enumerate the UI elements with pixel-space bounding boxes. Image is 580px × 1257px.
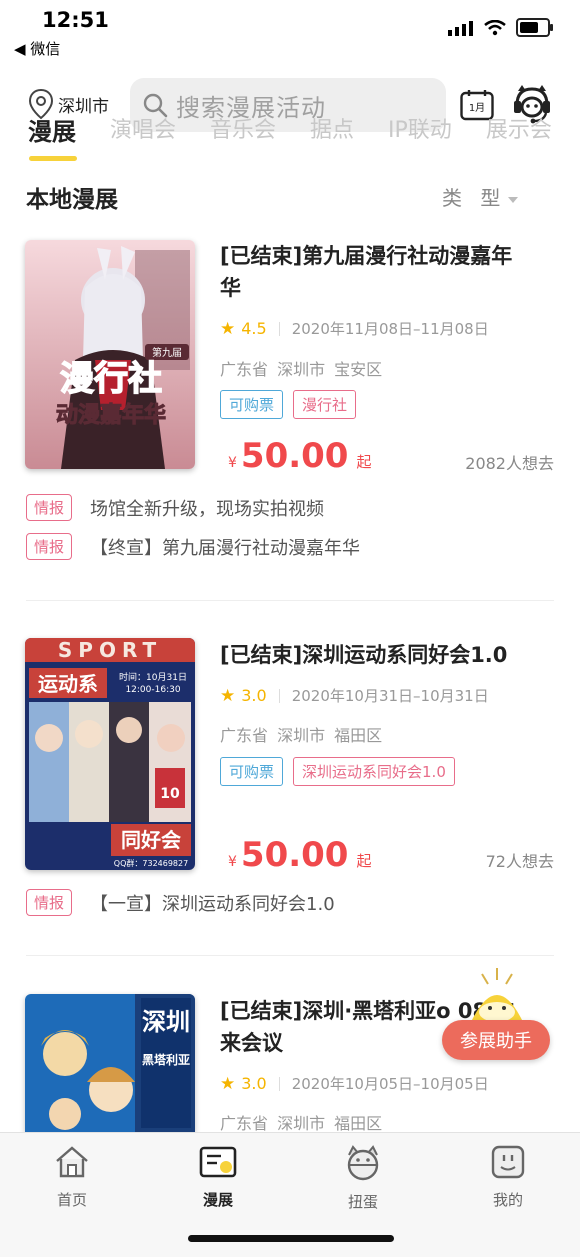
star-icon: ★	[220, 1073, 236, 1094]
event-dates: 2020年10月05日–10月05日	[291, 1075, 489, 1093]
tabbar-label: 首页	[56, 1191, 87, 1209]
tabbar-item-exhibition[interactable]: 漫展	[178, 1145, 258, 1210]
svg-text:10: 10	[160, 786, 180, 802]
event-want-count: 72人想去	[485, 852, 554, 871]
tab-ip-collab[interactable]: IP联动	[388, 112, 452, 152]
event-dates: 2020年11月08日–11月08日	[291, 320, 489, 338]
cover-subtitle: 动漫嘉年华	[56, 402, 166, 428]
cover-subtitle: 黑塔利亚	[142, 1052, 190, 1067]
news-badge: 情报	[26, 533, 73, 560]
tabbar-item-gashapon[interactable]: 扭蛋	[323, 1145, 403, 1212]
event-score: 4.5	[241, 319, 267, 338]
event-cover-image[interactable]: SPORT 运动系 时间：10月31日 12:00-16:30 10 同好会 Q…	[25, 638, 195, 870]
news-badge: 情报	[26, 889, 73, 916]
tabbar-item-profile[interactable]: 我的	[468, 1145, 548, 1210]
news-text: 场馆全新升级，现场实拍视频	[90, 498, 325, 520]
event-cover-image[interactable]: 第九届 漫行社 动漫嘉年华	[25, 240, 195, 469]
home-icon	[56, 1146, 88, 1178]
status-icons	[448, 18, 553, 37]
price-value: 50.00	[240, 835, 349, 875]
section-title: 本地漫展	[26, 187, 118, 213]
cover-time-line1: 时间：10月31日	[119, 671, 187, 683]
event-tags: 可购票 深圳运动系同好会1.0	[220, 757, 465, 786]
tab-comic-expo[interactable]: 漫展	[28, 112, 76, 152]
event-title[interactable]: [已结束]深圳运动系同好会1.0	[220, 639, 530, 671]
tag-ticket: 可购票	[220, 390, 284, 419]
cover-title: 漫行社	[60, 359, 162, 399]
profile-icon	[491, 1145, 525, 1179]
tag-organizer: 漫行社	[293, 390, 357, 419]
signal-icon	[448, 20, 473, 36]
event-tags: 可购票 漫行社	[220, 390, 366, 419]
tab-exhibition[interactable]: 展示会	[486, 112, 552, 152]
wifi-icon	[484, 19, 506, 35]
news-text: 【一宣】深圳运动系同好会1.0	[90, 893, 335, 915]
event-rating-row: ★ 3.0 2020年10月05日–10月05日	[220, 1073, 489, 1094]
event-location: 广东省 深圳市 福田区	[220, 726, 383, 745]
exhibition-icon	[199, 1146, 237, 1178]
event-title[interactable]: [已结束]第九届漫行社动漫嘉年华	[220, 240, 530, 304]
news-item[interactable]: 情报 场馆全新升级，现场实拍视频	[26, 494, 324, 521]
cover-qq: QQ群：732469827	[114, 858, 188, 868]
tabbar-label: 我的	[492, 1191, 523, 1209]
exhibition-helper-button[interactable]: 参展助手	[442, 1020, 550, 1060]
active-tab-indicator	[29, 156, 77, 161]
home-indicator	[188, 1235, 394, 1242]
event-location: 广东省 深圳市 宝安区	[220, 360, 383, 379]
helper-mascot-icon	[466, 966, 528, 1026]
price-suffix: 起	[356, 852, 372, 870]
card-divider	[26, 600, 554, 601]
cover-title: 运动系	[38, 672, 98, 696]
tab-concert[interactable]: 演唱会	[110, 112, 176, 152]
event-price: ¥50.00 起	[228, 436, 371, 476]
card-divider	[26, 955, 554, 956]
tab-music[interactable]: 音乐会	[210, 112, 276, 152]
event-score: 3.0	[241, 1074, 267, 1093]
caret-down-icon	[508, 196, 519, 203]
cover-time-line2: 12:00-16:30	[125, 685, 180, 695]
price-suffix: 起	[356, 453, 372, 471]
event-location: 广东省 深圳市 福田区	[220, 1114, 383, 1133]
gashapon-icon	[347, 1145, 379, 1181]
price-currency: ¥	[228, 455, 237, 471]
news-item[interactable]: 情报 【一宣】深圳运动系同好会1.0	[26, 889, 335, 916]
cover-title: 深圳	[142, 1008, 190, 1036]
cover-badge: 第九届	[152, 346, 182, 359]
event-rating-row: ★ 4.5 2020年11月08日–11月08日	[220, 318, 489, 339]
cover-bottom-title: 同好会	[121, 828, 181, 852]
price-currency: ¥	[228, 854, 237, 870]
star-icon: ★	[220, 685, 236, 706]
event-dates: 2020年10月31日–10月31日	[291, 687, 489, 705]
type-filter-label: 类 型	[442, 186, 507, 210]
battery-icon	[516, 18, 553, 37]
tab-base[interactable]: 据点	[310, 112, 354, 152]
tabbar-label: 扭蛋	[347, 1193, 378, 1211]
event-cover-image[interactable]: 深圳 黑塔利亚	[25, 994, 195, 1132]
news-text: 【终宣】第九届漫行社动漫嘉年华	[90, 537, 361, 559]
event-rating-row: ★ 3.0 2020年10月31日–10月31日	[220, 685, 489, 706]
back-to-wechat-link[interactable]: ◀ 微信	[14, 38, 60, 59]
price-value: 50.00	[240, 436, 349, 476]
category-tabs: 漫展 演唱会 音乐会 据点 IP联动 展示会	[28, 112, 580, 152]
tag-organizer: 深圳运动系同好会1.0	[293, 757, 455, 786]
event-price: ¥50.00 起	[228, 835, 371, 875]
event-want-count: 2082人想去	[465, 454, 554, 473]
status-time: 12:51	[42, 8, 109, 32]
star-icon: ★	[220, 318, 236, 339]
event-score: 3.0	[241, 686, 267, 705]
news-badge: 情报	[26, 494, 73, 521]
tabbar-item-home[interactable]: 首页	[32, 1145, 112, 1210]
type-filter-button[interactable]: 类 型	[442, 182, 519, 211]
tabbar-label: 漫展	[202, 1191, 233, 1209]
tag-ticket: 可购票	[220, 757, 284, 786]
news-item[interactable]: 情报 【终宣】第九届漫行社动漫嘉年华	[26, 533, 360, 560]
cover-sport-text: SPORT	[58, 638, 162, 662]
